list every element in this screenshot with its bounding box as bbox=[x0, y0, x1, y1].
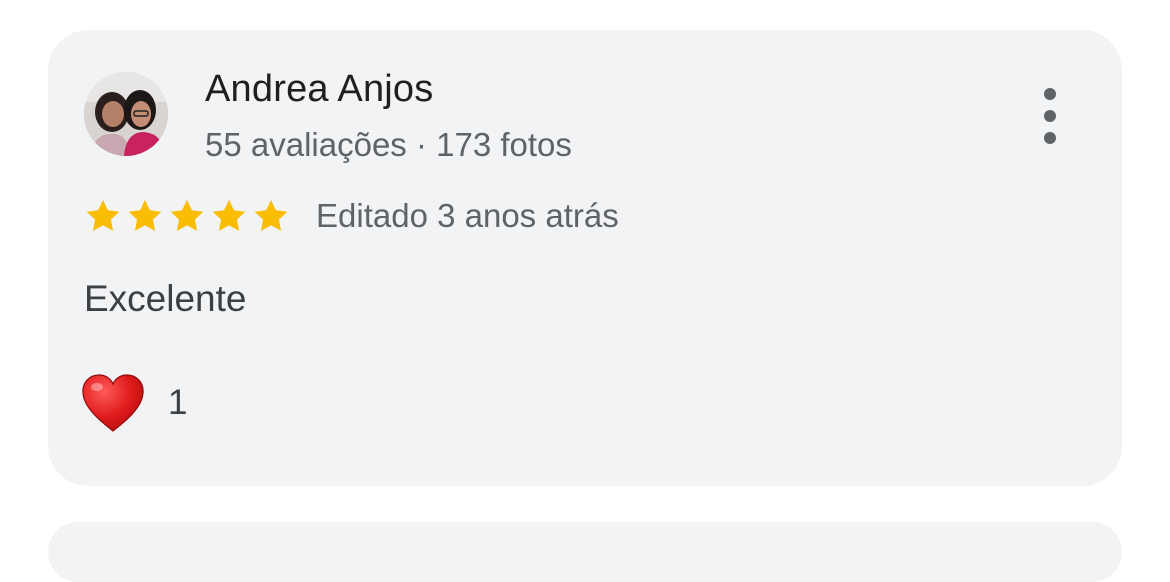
star-icon bbox=[126, 197, 164, 235]
star-icon bbox=[168, 197, 206, 235]
author-name[interactable]: Andrea Anjos bbox=[205, 68, 433, 111]
star-icon bbox=[84, 197, 122, 235]
more-vert-icon bbox=[1044, 88, 1056, 100]
heart-icon bbox=[80, 373, 146, 433]
review-card: Andrea Anjos 55 avaliações · 173 fotos E… bbox=[48, 30, 1122, 486]
avatar[interactable] bbox=[84, 72, 168, 156]
star-icon bbox=[210, 197, 248, 235]
edited-time: Editado 3 anos atrás bbox=[316, 197, 619, 234]
author-meta: 55 avaliações · 173 fotos bbox=[205, 126, 572, 163]
reaction-count: 1 bbox=[168, 383, 188, 422]
reaction-button[interactable]: 1 bbox=[80, 370, 187, 436]
avatar-photo bbox=[84, 72, 168, 156]
rating-row: Editado 3 anos atrás bbox=[84, 194, 619, 238]
next-review-card bbox=[48, 522, 1122, 582]
review-text: Excelente bbox=[84, 278, 247, 319]
star-rating bbox=[84, 197, 290, 235]
star-icon bbox=[252, 197, 290, 235]
more-options-button[interactable] bbox=[1030, 88, 1070, 144]
